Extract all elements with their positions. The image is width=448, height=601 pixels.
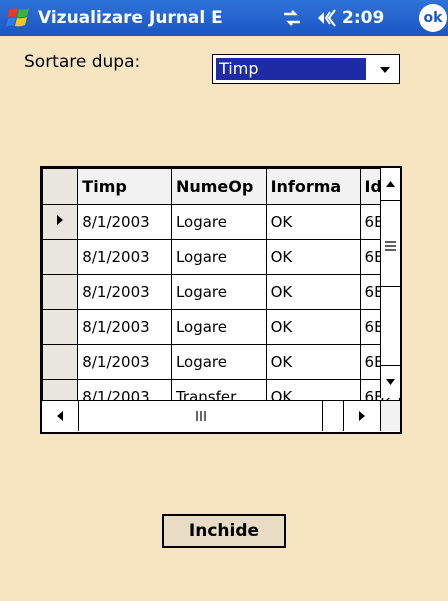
app-title: Vizualizare Jurnal E [38, 8, 223, 28]
grip-icon [196, 411, 206, 421]
table-row[interactable]: 8/1/2003LogareOK6B2 [42, 239, 400, 275]
row-header[interactable] [42, 344, 79, 380]
column-header-informa[interactable]: Informa [265, 168, 361, 205]
row-header[interactable] [42, 274, 79, 310]
table-cell[interactable]: OK [265, 274, 361, 310]
arrow-right-icon [359, 411, 365, 421]
vertical-scrollbar[interactable] [380, 168, 400, 398]
title-bar: Vizualizare Jurnal E 2:09 ok [0, 0, 448, 36]
arrow-left-icon [57, 411, 63, 421]
table-cell[interactable]: 8/1/2003 [77, 309, 172, 345]
row-header[interactable] [42, 204, 79, 240]
scrollbar-corner [380, 401, 400, 431]
table-cell[interactable]: OK [265, 344, 361, 380]
table-cell[interactable]: Logare [170, 204, 267, 240]
table-row[interactable]: 8/1/2003LogareOK6B2 [42, 309, 400, 345]
connectivity-icon[interactable] [281, 9, 303, 27]
scroll-up-button[interactable] [381, 168, 400, 201]
sort-selected-value[interactable]: Timp [216, 58, 366, 80]
column-header-numeop[interactable]: NumeOp [170, 168, 267, 205]
table-cell[interactable]: 8/1/2003 [77, 204, 172, 240]
table-cell[interactable]: Logare [170, 344, 267, 380]
vertical-scroll-thumb[interactable] [381, 201, 400, 287]
chevron-down-icon[interactable] [374, 59, 396, 79]
current-row-pointer-icon [57, 215, 64, 225]
corner-header [42, 168, 79, 205]
horizontal-scrollbar[interactable] [42, 400, 400, 432]
table-row[interactable]: 8/1/2003LogareOK6B2 [42, 274, 400, 310]
log-table: Timp NumeOp Informa Ide 8/1/2003 Logare OK… [42, 168, 400, 432]
arrow-up-icon [386, 181, 395, 187]
scroll-right-button[interactable] [343, 401, 380, 431]
table-row[interactable]: 8/1/2003LogareOK6B2 [42, 204, 400, 240]
clock[interactable]: 2:09 [342, 6, 384, 30]
scroll-down-button[interactable] [381, 365, 400, 398]
horizontal-scroll-thumb[interactable] [79, 401, 323, 431]
data-grid[interactable]: Timp NumeOp Informa Ide 8/1/2003 Logare OK… [40, 166, 402, 434]
table-cell[interactable]: 8/1/2003 [77, 274, 172, 310]
table-cell[interactable]: 8/1/2003 [77, 344, 172, 380]
table-cell[interactable]: Logare [170, 274, 267, 310]
table-cell[interactable]: Logare [170, 309, 267, 345]
grip-icon [385, 241, 396, 251]
row-header[interactable] [42, 239, 79, 275]
sort-dropdown[interactable]: Timp [212, 54, 400, 84]
ok-button[interactable]: ok [419, 4, 447, 32]
sort-label: Sortare dupa: [24, 52, 141, 72]
close-button[interactable]: Inchide [162, 514, 286, 548]
table-row[interactable]: 8/1/2003LogareOK6B2 [42, 344, 400, 380]
speaker-icon[interactable] [316, 8, 340, 28]
table-cell[interactable]: OK [265, 204, 361, 240]
table-cell[interactable]: 8/1/2003 [77, 239, 172, 275]
column-header-timp[interactable]: Timp [77, 168, 172, 205]
scroll-left-button[interactable] [42, 401, 79, 431]
windows-flag-icon[interactable] [6, 5, 32, 31]
table-cell[interactable]: Logare [170, 239, 267, 275]
arrow-down-icon [386, 379, 395, 385]
table-cell[interactable]: OK [265, 239, 361, 275]
table-cell[interactable]: OK [265, 309, 361, 345]
row-header[interactable] [42, 309, 79, 345]
